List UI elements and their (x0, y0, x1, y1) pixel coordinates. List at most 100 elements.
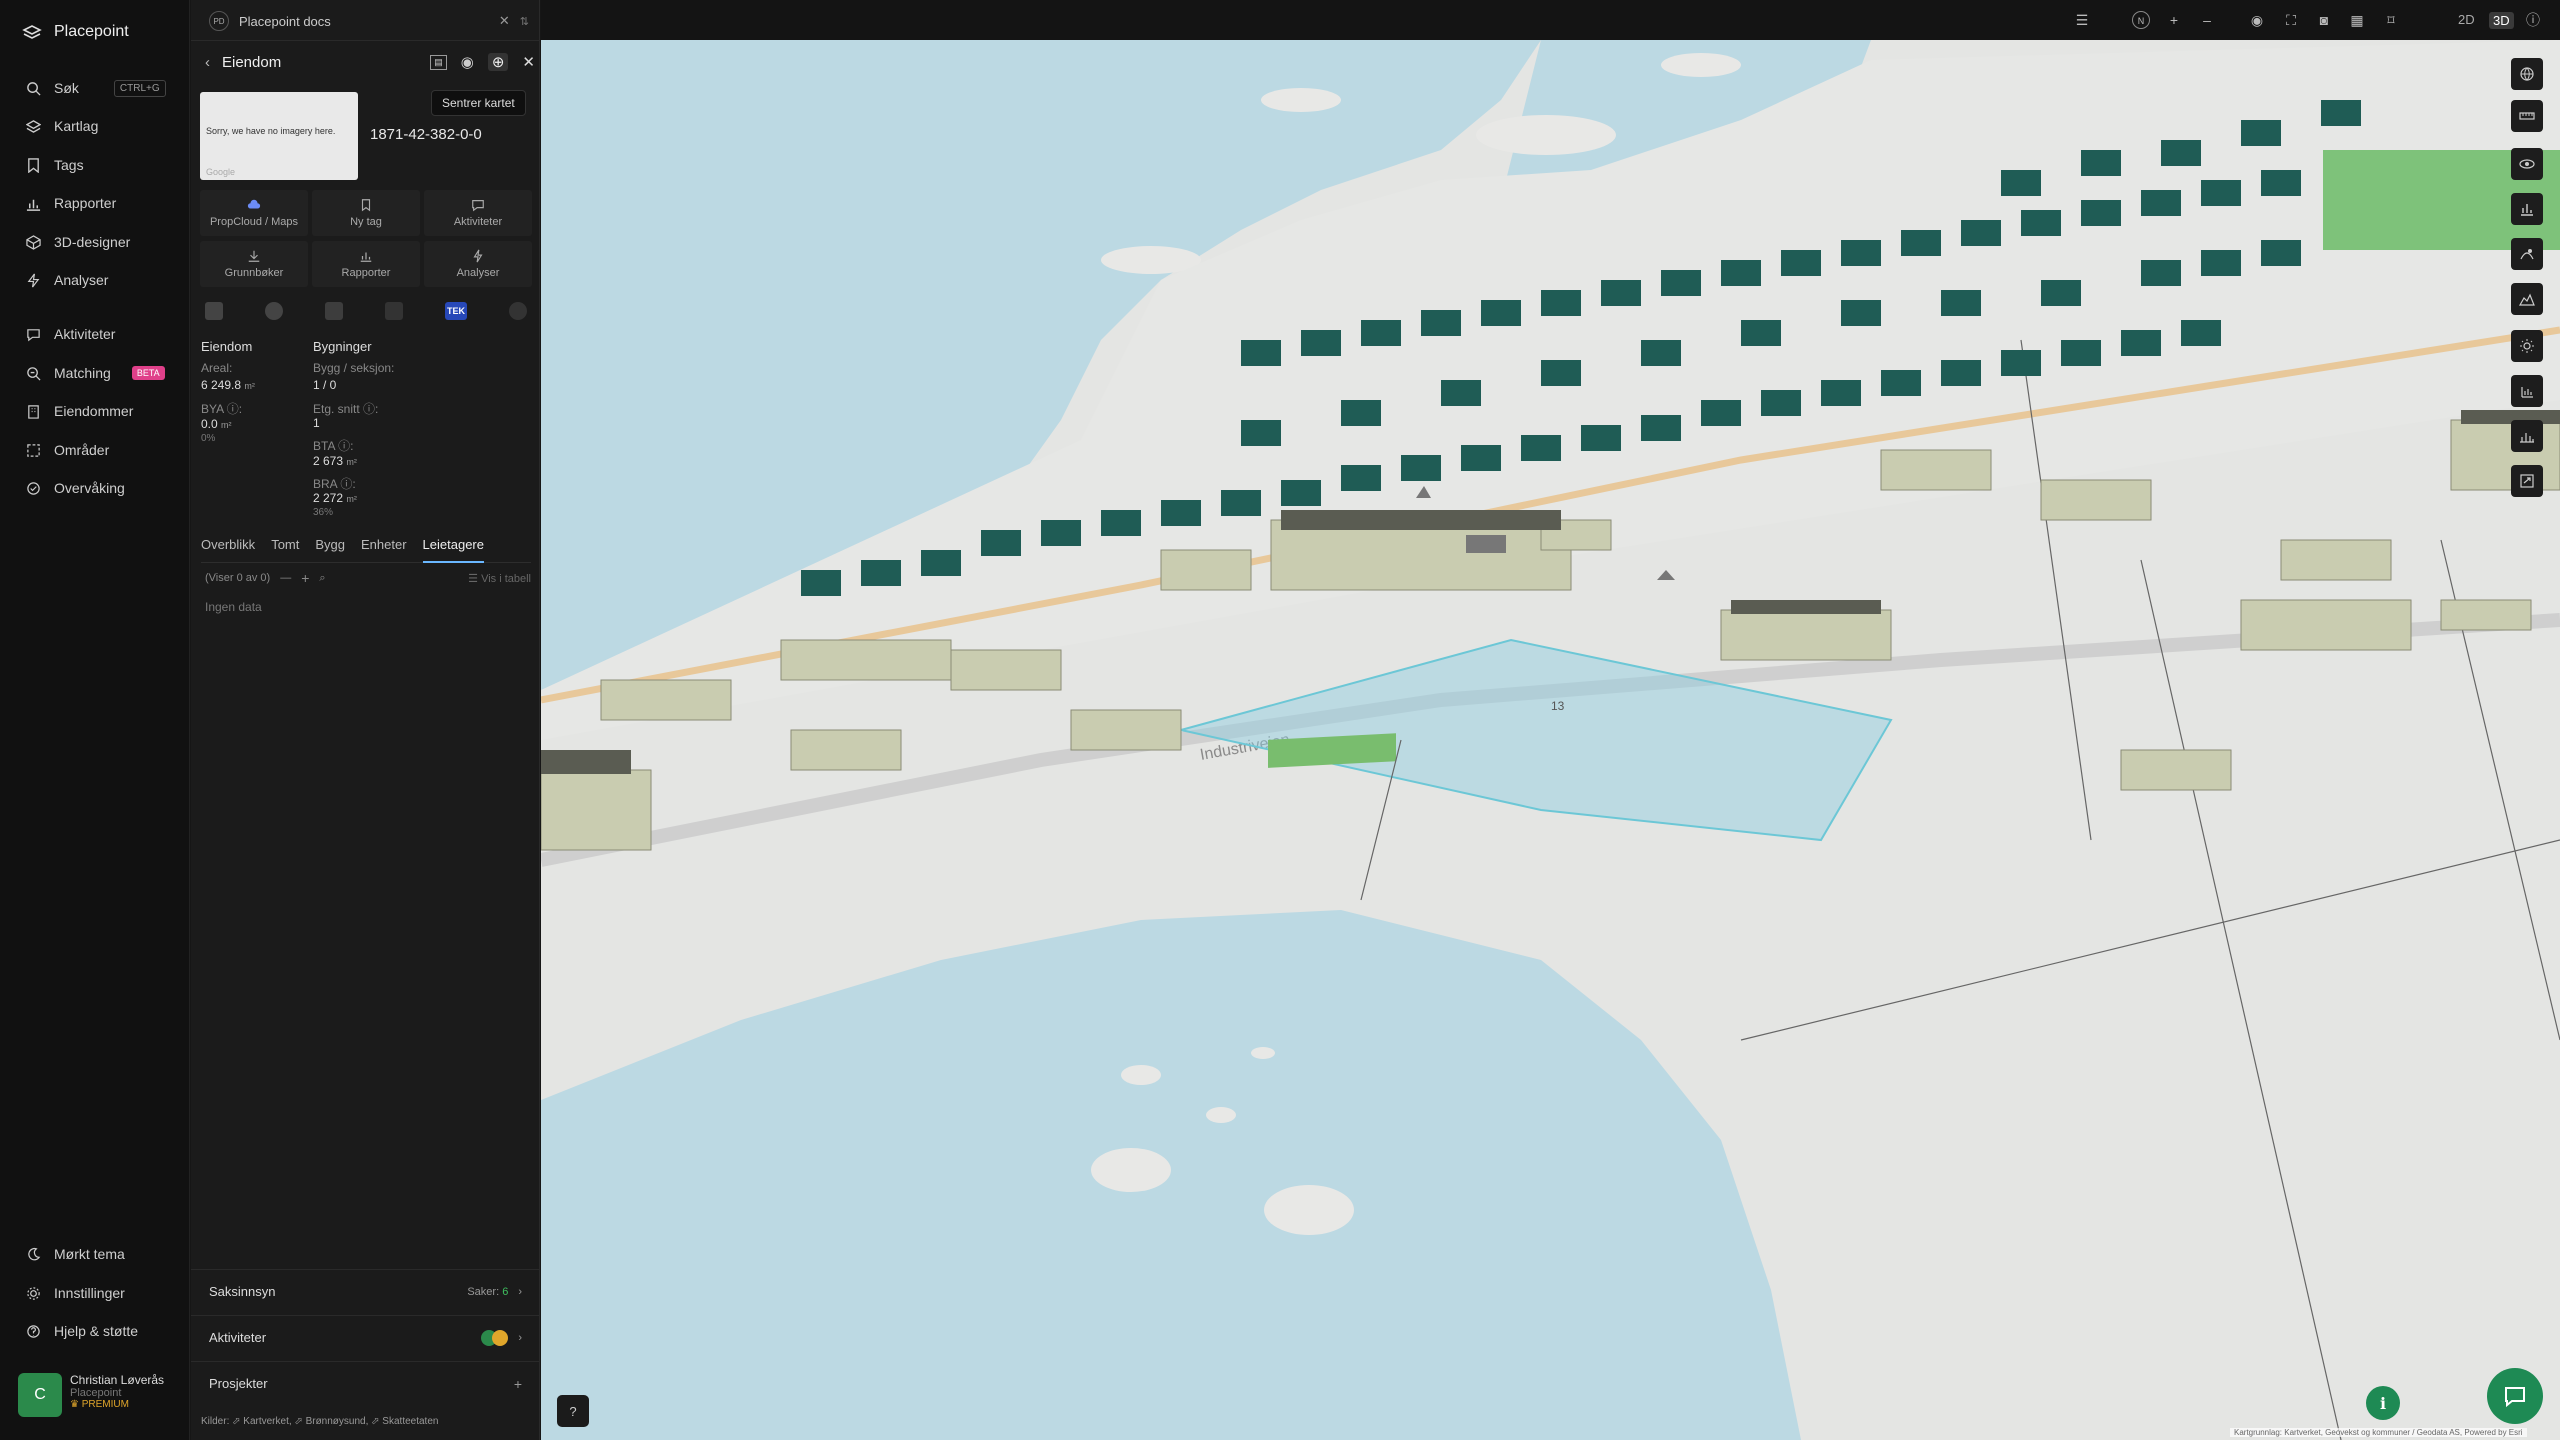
tab-bygg[interactable]: Bygg (315, 533, 345, 563)
map-tool-measure[interactable] (2511, 100, 2543, 132)
back-icon[interactable]: ‹ (205, 54, 210, 71)
view-3d-toggle[interactable]: 3D (2489, 12, 2514, 29)
ruler-icon (2519, 112, 2535, 120)
premium-badge: ♛ PREMIUM (70, 1399, 164, 1410)
center-map-icon[interactable]: ⊕ (487, 53, 509, 71)
nav-item-overvaking[interactable]: Overvåking (26, 478, 125, 498)
signal-bars-icon[interactable] (385, 302, 403, 320)
reports-button[interactable]: Rapporter (312, 241, 420, 287)
map-tool-chart[interactable] (2511, 193, 2543, 225)
bra-label: BRA ⓘ: (313, 477, 356, 491)
aktiviteter-section[interactable]: Aktiviteter › (191, 1315, 540, 1359)
propcloud-button[interactable]: PropCloud / Maps (200, 190, 308, 236)
nav-item-dark-theme[interactable]: Mørkt tema (26, 1244, 125, 1264)
nav-item-tags[interactable]: Tags (26, 155, 84, 175)
bta-number: 2 673 (313, 454, 344, 468)
add-icon[interactable]: + (301, 570, 309, 586)
grunnboker-button[interactable]: Grunnbøker (200, 241, 308, 287)
export-icon (2520, 474, 2534, 488)
nav-item-help[interactable]: Hjelp & støtte (26, 1321, 138, 1341)
info-button[interactable]: i (2366, 1386, 2400, 1420)
island (1091, 1148, 1171, 1192)
nav-item-eiendommer[interactable]: Eiendommer (26, 401, 133, 421)
nav-item-kartlag[interactable]: Kartlag (26, 116, 98, 136)
id-card-icon[interactable]: ▤ (430, 54, 447, 70)
close-panel-icon[interactable]: ✕ (522, 53, 535, 71)
tab-leietagere[interactable]: Leietagere (422, 533, 484, 563)
map-tool-levels[interactable] (2511, 375, 2543, 407)
new-tag-button[interactable]: Ny tag (312, 190, 420, 236)
nav-item-omrader[interactable]: Områder (26, 440, 109, 460)
nav-item-matching[interactable]: Matching BETA (26, 363, 165, 383)
eye-icon[interactable]: ◉ (2248, 11, 2266, 29)
cloud-icon (247, 199, 261, 209)
register-icon[interactable] (205, 302, 223, 320)
sources: Kilder: ⬀ Kartverket, ⬀ Brønnøysund, ⬀ S… (201, 1416, 439, 1427)
layers-stack-icon[interactable]: ☰ (2073, 11, 2091, 29)
docs-tab[interactable]: PD Placepoint docs ✕ ⇅ (209, 10, 529, 32)
tooltip: Sentrer kartet (431, 90, 526, 116)
map-tool-profile[interactable] (2511, 283, 2543, 315)
map-help-button[interactable]: ? (557, 1395, 589, 1427)
action-label: Aktiviteter (453, 216, 503, 228)
globe-icon (2520, 67, 2534, 81)
nav-item-settings[interactable]: Innstillinger (26, 1283, 125, 1303)
activities-button[interactable]: Aktiviteter (424, 190, 532, 236)
bygg-label: Bygg / seksjon: (313, 361, 395, 375)
add-icon[interactable]: + (514, 1376, 522, 1392)
chat-button[interactable] (2487, 1368, 2543, 1424)
tab-tomt[interactable]: Tomt (271, 533, 299, 563)
close-icon[interactable]: ✕ (499, 13, 510, 29)
map-tool-light[interactable] (2511, 330, 2543, 362)
map-tool-globe[interactable] (2511, 58, 2543, 90)
eye-icon[interactable]: ◉ (461, 53, 474, 71)
map-tool-export[interactable] (2511, 465, 2543, 497)
chevron-updown-icon[interactable]: ⇅ (520, 15, 529, 28)
crown-icon: ♛ (70, 1399, 82, 1410)
prosjekter-section[interactable]: Prosjekter + (191, 1361, 540, 1405)
user-profile[interactable]: C Christian Løverås Placepoint ♛ PREMIUM (18, 1373, 178, 1423)
nav-item-rapporter[interactable]: Rapporter (26, 193, 116, 213)
tab-enheter[interactable]: Enheter (361, 533, 407, 563)
map-canvas[interactable]: Industriveien 13 (541, 40, 2560, 1440)
view-table-link[interactable]: ☰ Vis i tabell (468, 572, 531, 585)
nav-item-sok[interactable]: Søk CTRL+G (26, 78, 166, 98)
plant-icon[interactable] (325, 302, 343, 320)
map-tool-view[interactable] (2511, 148, 2543, 180)
nav-label: Innstillinger (54, 1285, 125, 1301)
bya-label: BYA ⓘ: (201, 402, 243, 416)
collapse-icon[interactable]: — (280, 572, 291, 584)
bar-chart-icon (2521, 204, 2533, 216)
nav-item-aktiviteter[interactable]: Aktiviteter (26, 324, 115, 344)
nav-item-analyser[interactable]: Analyser (26, 270, 108, 290)
brand[interactable]: Placepoint (22, 22, 129, 42)
analyses-button[interactable]: Analyser (424, 241, 532, 287)
tab-overblikk[interactable]: Overblikk (201, 533, 255, 563)
areal-unit: m² (244, 381, 255, 391)
fullscreen-icon[interactable]: ⛶ (2282, 11, 2300, 29)
nav-item-3d-designer[interactable]: 3D-designer (26, 232, 130, 252)
island (1264, 1185, 1354, 1235)
nav-label: Aktiviteter (54, 326, 116, 342)
globe-icon[interactable] (265, 302, 283, 320)
triangle-icon[interactable] (509, 302, 527, 320)
street-view-thumbnail[interactable]: Sorry, we have no imagery here. Google (200, 92, 358, 180)
tek-icon[interactable]: TEK (445, 302, 467, 320)
view-2d-toggle[interactable]: 2D (2458, 12, 2475, 27)
bookmark-icon[interactable]: ⌑ (2382, 11, 2400, 29)
map-tool-terrain[interactable] (2511, 420, 2543, 452)
nav-label: Mørkt tema (54, 1246, 125, 1262)
grid-icon[interactable]: ▦ (2348, 11, 2366, 29)
plan-label: PREMIUM (81, 1399, 129, 1410)
map-tool-sun[interactable] (2511, 238, 2543, 270)
saksinnsyn-section[interactable]: Saksinnsyn Saker: 6 › (191, 1269, 540, 1313)
compass-icon[interactable]: N (2132, 11, 2150, 29)
camera-icon[interactable]: ◙ (2315, 11, 2333, 29)
bra-pct: 36% (313, 507, 334, 518)
search-icon[interactable]: ⌕ (319, 572, 325, 585)
map-3d-view[interactable]: Industriveien 13 (541, 40, 2560, 1440)
zoom-in-icon[interactable]: + (2165, 11, 2183, 29)
zoom-out-icon[interactable]: – (2198, 11, 2216, 29)
info-icon[interactable]: ⓘ (2524, 11, 2542, 29)
nav-label: Analyser (54, 272, 109, 288)
